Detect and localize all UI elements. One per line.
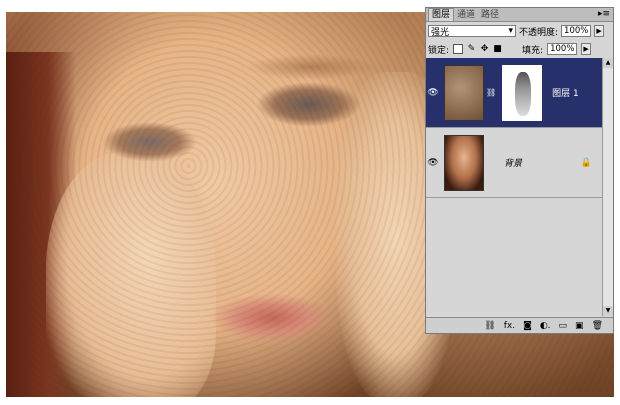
folder-icon[interactable]: ▭ xyxy=(559,321,568,331)
tab-paths[interactable]: 路径 xyxy=(478,9,502,21)
scroll-up-icon[interactable]: ▲ xyxy=(603,58,613,68)
lock-brush-icon[interactable]: ✎ xyxy=(467,44,476,54)
layer-name[interactable]: 图层 1 xyxy=(552,86,579,99)
new-layer-icon[interactable]: ▣ xyxy=(575,321,584,331)
blend-mode-select[interactable]: 强光 ▾ xyxy=(428,25,516,38)
link-icon[interactable]: ⛓ xyxy=(486,88,496,97)
layer-thumbnail xyxy=(444,64,484,121)
trash-icon[interactable]: 🗑 xyxy=(592,321,603,331)
mask-icon[interactable]: ◙ xyxy=(523,321,532,331)
layers-panel: 图层 通道 路径 ▸≡ 强光 ▾ 不透明度: 100% ▶ 锁定: ✎ ✥ ■ … xyxy=(425,7,614,334)
blend-mode-value: 强光 xyxy=(431,27,450,38)
lock-row: 锁定: ✎ ✥ ■ 填充: 100% ▶ xyxy=(426,40,613,59)
opacity-arrow-icon[interactable]: ▶ xyxy=(594,25,605,37)
link-icon[interactable]: ⛓ xyxy=(484,321,495,331)
tab-layers[interactable]: 图层 xyxy=(428,8,455,21)
lock-move-icon[interactable]: ✥ xyxy=(480,44,489,54)
layers-list: 👁 ⛓ 图层 1 👁 背景 🔒 xyxy=(426,58,604,316)
opacity-label: 不透明度: xyxy=(519,27,559,38)
lock-all-icon[interactable]: ■ xyxy=(493,44,502,54)
panel-tabs: 图层 通道 路径 ▸≡ xyxy=(426,8,613,22)
lock-transparency-icon[interactable] xyxy=(453,44,464,54)
panel-bottom-bar: ⛓ fx. ◙ ◐. ▭ ▣ 🗑 xyxy=(426,317,613,333)
lock-icon: 🔒 xyxy=(580,157,592,168)
mask-thumbnail[interactable] xyxy=(502,64,543,121)
blend-row: 强光 ▾ 不透明度: 100% ▶ xyxy=(426,22,613,40)
scrollbar[interactable]: ▲ ▼ xyxy=(602,58,613,316)
layer-thumbnail xyxy=(444,134,484,191)
eye-icon[interactable]: 👁 xyxy=(426,158,440,168)
eye-icon[interactable]: 👁 xyxy=(426,88,440,98)
panel-menu-icon[interactable]: ▸≡ xyxy=(598,9,610,19)
adjustment-icon[interactable]: ◐. xyxy=(540,321,551,331)
scroll-down-icon[interactable]: ▼ xyxy=(603,306,613,316)
fill-label: 填充: xyxy=(522,45,544,56)
layer-name[interactable]: 背景 xyxy=(504,156,522,169)
chevron-down-icon: ▾ xyxy=(508,26,513,36)
lock-label: 锁定: xyxy=(428,45,450,56)
layer-row[interactable]: 👁 ⛓ 图层 1 xyxy=(426,58,604,128)
opacity-input[interactable]: 100% xyxy=(561,25,592,37)
fx-icon[interactable]: fx. xyxy=(504,321,515,331)
tab-channels[interactable]: 通道 xyxy=(454,9,478,21)
fill-input[interactable]: 100% xyxy=(547,43,578,55)
layer-row[interactable]: 👁 背景 🔒 xyxy=(426,128,604,198)
fill-arrow-icon[interactable]: ▶ xyxy=(581,43,592,55)
